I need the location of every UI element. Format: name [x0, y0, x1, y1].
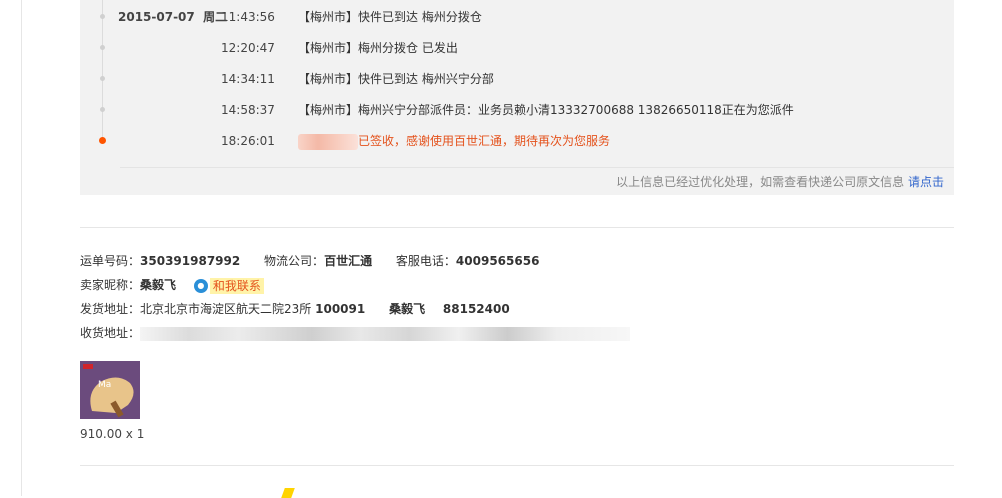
optimization-note: 以上信息已经过优化处理，如需查看快递公司原文信息 请点击 — [616, 175, 944, 189]
timeline-message-current: 已签收，感谢使用百世汇通，期待再次为您服务 — [298, 131, 610, 151]
seller-name: 桑毅飞 — [140, 278, 177, 292]
product-price: 910.00 x 1 — [80, 427, 145, 441]
contact-seller-button[interactable]: ● 和我联系 — [193, 277, 264, 294]
ship-zip: 100091 — [315, 302, 366, 316]
timeline-time: 14:34:11 — [221, 72, 275, 86]
waybill-label: 运单号码： — [80, 254, 141, 268]
racket-image-icon: Ma — [80, 361, 140, 419]
logistics-timeline-panel: 2015-07-07 周二 11:43:56 【梅州市】快件已到达 梅州分拨仓 … — [80, 0, 954, 195]
ship-contact-name: 桑毅飞 — [389, 302, 426, 316]
timeline-time: 12:20:47 — [221, 41, 275, 55]
timeline-current-dot — [99, 137, 106, 144]
timeline-row-current: 18:26:01 已签收，感谢使用百世汇通，期待再次为您服务 — [80, 131, 954, 151]
timeline-time: 11:43:56 — [221, 10, 275, 24]
timeline-dot — [100, 14, 105, 19]
service-phone: 4009565656 — [455, 254, 540, 268]
timeline-message: 【梅州市】梅州兴宁分部派件员：业务员赖小清13332700688 1382665… — [298, 103, 794, 117]
timeline-row: 14:58:37 【梅州市】梅州兴宁分部派件员：业务员赖小清1333270068… — [80, 100, 954, 120]
timeline-row: 14:34:11 【梅州市】快件已到达 梅州兴宁分部 — [80, 69, 954, 89]
ship-address-label: 发货地址： — [80, 302, 141, 316]
product-thumbnail[interactable]: Ma — [80, 361, 140, 419]
section-divider — [80, 465, 954, 466]
timeline-message: 【梅州市】梅州分拨仓 已发出 — [298, 41, 458, 55]
timeline-time: 14:58:37 — [221, 103, 275, 117]
timeline-row: 2015-07-07 周二 11:43:56 【梅州市】快件已到达 梅州分拨仓 — [80, 7, 954, 27]
carrier-name: 百世汇通 — [324, 254, 373, 268]
seller-info-row: 卖家昵称：桑毅飞 ● 和我联系 — [80, 275, 264, 295]
ship-address-row: 发货地址：北京北京市海淀区航天二院23所 100091 桑毅飞 88152400 — [80, 299, 510, 319]
ship-address: 北京北京市海淀区航天二院23所 — [140, 302, 312, 316]
panel-divider — [120, 167, 954, 168]
waybill-number: 350391987992 — [140, 254, 241, 268]
service-phone-label: 客服电话： — [395, 254, 456, 268]
seller-label: 卖家昵称： — [80, 278, 141, 292]
view-original-link[interactable]: 请点击 — [908, 175, 944, 189]
waybill-info-row: 运单号码：350391987992 物流公司：百世汇通 客服电话：4009565… — [80, 251, 539, 271]
timeline-time: 18:26:01 — [221, 134, 275, 148]
redacted-address — [140, 326, 631, 341]
timeline-dot — [100, 107, 105, 112]
redacted-name — [298, 133, 358, 150]
timeline-dot — [100, 76, 105, 81]
left-border — [21, 0, 22, 496]
timeline-date: 2015-07-07 周二 — [118, 10, 228, 24]
chat-icon: ● — [193, 278, 208, 293]
timeline-message: 【梅州市】快件已到达 梅州兴宁分部 — [298, 72, 494, 86]
timeline-message: 【梅州市】快件已到达 梅州分拨仓 — [298, 10, 482, 24]
receive-address-row: 收货地址： — [80, 323, 631, 343]
timeline-row: 12:20:47 【梅州市】梅州分拨仓 已发出 — [80, 38, 954, 58]
timeline-dot — [100, 45, 105, 50]
contact-seller-label: 和我联系 — [209, 277, 264, 294]
receive-address-label: 收货地址： — [80, 326, 141, 340]
carrier-label: 物流公司： — [264, 254, 325, 268]
ship-phone: 88152400 — [442, 302, 510, 316]
svg-text:Ma: Ma — [98, 380, 111, 390]
section-divider — [80, 227, 954, 228]
yellow-decoration — [281, 488, 295, 498]
